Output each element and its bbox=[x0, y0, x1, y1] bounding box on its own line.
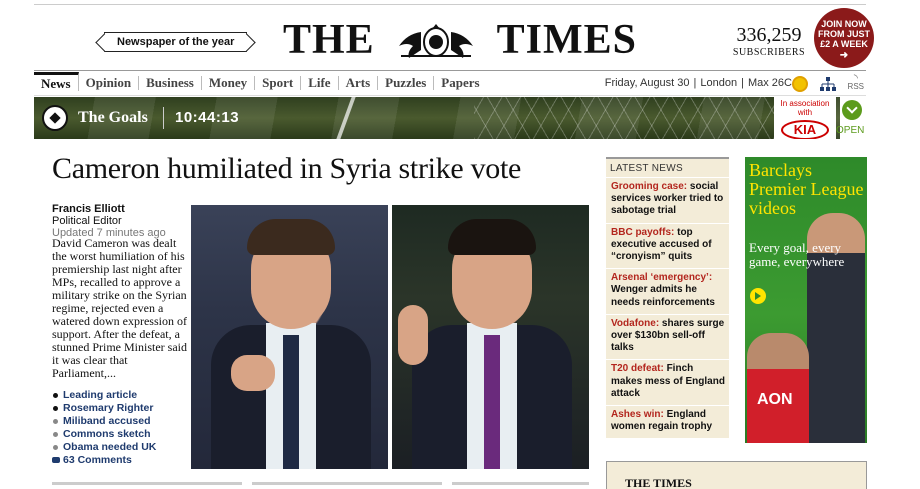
latest-news-item[interactable]: Vodafone: shares surge over $130bn sell-… bbox=[606, 313, 729, 360]
news-keyword: Ashes win: bbox=[611, 409, 664, 421]
join-line-1: JOIN NOW bbox=[821, 19, 867, 29]
ad-title: Barclays Premier League videos bbox=[749, 160, 864, 218]
related-link[interactable]: Leading article bbox=[52, 389, 192, 402]
tab-business[interactable]: Business bbox=[139, 76, 202, 90]
news-keyword: T20 defeat: bbox=[611, 363, 664, 375]
goal-net bbox=[474, 97, 774, 139]
top-rule bbox=[34, 0, 866, 5]
section-divider bbox=[52, 482, 589, 485]
ad-player-figure bbox=[747, 333, 809, 443]
masthead: Newspaper of the year THE TIMES 336,259 … bbox=[34, 8, 874, 70]
logo-word-times: TIMES bbox=[496, 17, 638, 63]
related-link[interactable]: Obama needed UK bbox=[52, 441, 192, 454]
lead-photo-cameron[interactable] bbox=[191, 205, 388, 469]
comment-icon bbox=[52, 457, 60, 463]
teaser-logo: THE TIMES bbox=[625, 476, 692, 489]
max-temp: Max 26C bbox=[747, 77, 792, 89]
tab-news[interactable]: News bbox=[34, 71, 79, 91]
related-links: Leading article Rosemary Righter Miliban… bbox=[52, 389, 192, 454]
logo-word-the: THE bbox=[282, 17, 375, 63]
sponsor-assoc-text: In association with bbox=[780, 99, 830, 117]
news-keyword: Vodafone: bbox=[611, 317, 660, 329]
author-role: Political Editor bbox=[52, 215, 122, 227]
sun-icon bbox=[792, 76, 808, 92]
play-arrow-icon[interactable] bbox=[750, 288, 766, 304]
the-times-logo[interactable]: THE TIMES bbox=[260, 17, 660, 63]
times-teaser[interactable]: THE TIMES bbox=[606, 461, 867, 489]
latest-news-item[interactable]: Grooming case: social services worker tr… bbox=[606, 177, 729, 223]
author-name[interactable]: Francis Elliott bbox=[52, 203, 187, 215]
news-text: Wenger admits he needs reinforcements bbox=[611, 284, 715, 308]
newspaper-of-year-badge[interactable]: Newspaper of the year bbox=[104, 32, 248, 52]
subscriber-count: 336,259 SUBSCRIBERS bbox=[724, 24, 814, 58]
news-keyword: BBC payoffs: bbox=[611, 226, 675, 238]
photo-hand bbox=[231, 355, 275, 391]
photo-tie bbox=[283, 335, 299, 469]
byline: Francis Elliott Political Editor Updated… bbox=[52, 203, 187, 239]
location: London bbox=[700, 77, 738, 89]
kia-logo: KIA bbox=[781, 120, 829, 139]
related-link[interactable]: Commons sketch bbox=[52, 428, 192, 441]
lead-headline[interactable]: Cameron humiliated in Syria strike vote bbox=[52, 152, 521, 186]
latest-news-item[interactable]: Arsenal ‘emergency’: Wenger admits he ne… bbox=[606, 268, 729, 314]
latest-news-header: LATEST NEWS bbox=[606, 157, 729, 177]
latest-news-item[interactable]: T20 defeat: Finch makes mess of England … bbox=[606, 359, 729, 406]
news-keyword: Grooming case: bbox=[611, 181, 688, 192]
tab-money[interactable]: Money bbox=[202, 76, 256, 90]
tab-arts[interactable]: Arts bbox=[339, 76, 379, 90]
subscriber-number: 336,259 bbox=[736, 24, 802, 46]
photo-tie bbox=[484, 335, 500, 469]
current-date: Friday, August 30 bbox=[604, 77, 690, 89]
join-now-button[interactable]: JOIN NOW FROM JUST £2 A WEEK ➜ bbox=[814, 8, 874, 68]
rss-label: RSS bbox=[847, 82, 864, 91]
shirt-sponsor-text: AON bbox=[757, 391, 793, 408]
barclays-ad[interactable]: Barclays Premier League videos Every goa… bbox=[745, 157, 867, 443]
comments-count: 63 Comments bbox=[63, 454, 132, 466]
tab-papers[interactable]: Papers bbox=[434, 76, 486, 90]
rss-link[interactable]: ◝ RSS bbox=[847, 74, 864, 91]
join-arrow-icon: ➜ bbox=[839, 50, 849, 61]
goals-title: The Goals bbox=[78, 109, 148, 126]
tab-opinion[interactable]: Opinion bbox=[79, 76, 140, 90]
latest-news-item[interactable]: BBC payoffs: top executive accused of “c… bbox=[606, 222, 729, 269]
goals-banner[interactable]: The Goals 10:44:13 In association with K… bbox=[34, 97, 866, 139]
main-nav: News Opinion Business Money Sport Life A… bbox=[34, 70, 866, 96]
sitemap-icon[interactable] bbox=[820, 77, 836, 91]
chevron-down-icon bbox=[842, 100, 862, 120]
ad-tagline: Every goal, every game, everywhere bbox=[749, 240, 845, 269]
join-line-2: FROM JUST bbox=[817, 29, 870, 39]
date-weather: Friday, August 30 | London | Max 26C bbox=[601, 77, 796, 89]
photo-hair bbox=[247, 219, 335, 255]
photo-hair bbox=[448, 219, 536, 255]
join-line-3: £2 A WEEK bbox=[820, 39, 868, 49]
news-keyword: Arsenal ‘emergency’: bbox=[611, 272, 713, 284]
football-icon bbox=[42, 105, 68, 131]
goals-divider bbox=[163, 107, 164, 129]
related-link[interactable]: Rosemary Righter bbox=[52, 402, 192, 415]
royal-crest-icon bbox=[398, 24, 473, 58]
tab-sport[interactable]: Sport bbox=[255, 76, 302, 90]
subscriber-label: SUBSCRIBERS bbox=[732, 47, 806, 58]
lead-photo-miliband[interactable] bbox=[392, 205, 589, 469]
related-link[interactable]: Miliband accused bbox=[52, 415, 192, 428]
open-label: OPEN bbox=[836, 125, 865, 136]
goals-clock: 10:44:13 bbox=[175, 109, 240, 126]
lead-summary: David Cameron was dealt the worst humili… bbox=[52, 236, 187, 380]
latest-news-item[interactable]: Ashes win: England women regain trophy bbox=[606, 405, 729, 439]
open-goals-button[interactable]: OPEN bbox=[836, 97, 866, 139]
photo-hand bbox=[398, 305, 428, 365]
tab-puzzles[interactable]: Puzzles bbox=[378, 76, 435, 90]
latest-news-panel: LATEST NEWS Grooming case: social servic… bbox=[606, 157, 729, 439]
sponsor-box[interactable]: In association with KIA bbox=[774, 97, 836, 139]
tab-life[interactable]: Life bbox=[301, 76, 339, 90]
comments-link[interactable]: 63 Comments bbox=[52, 454, 132, 466]
